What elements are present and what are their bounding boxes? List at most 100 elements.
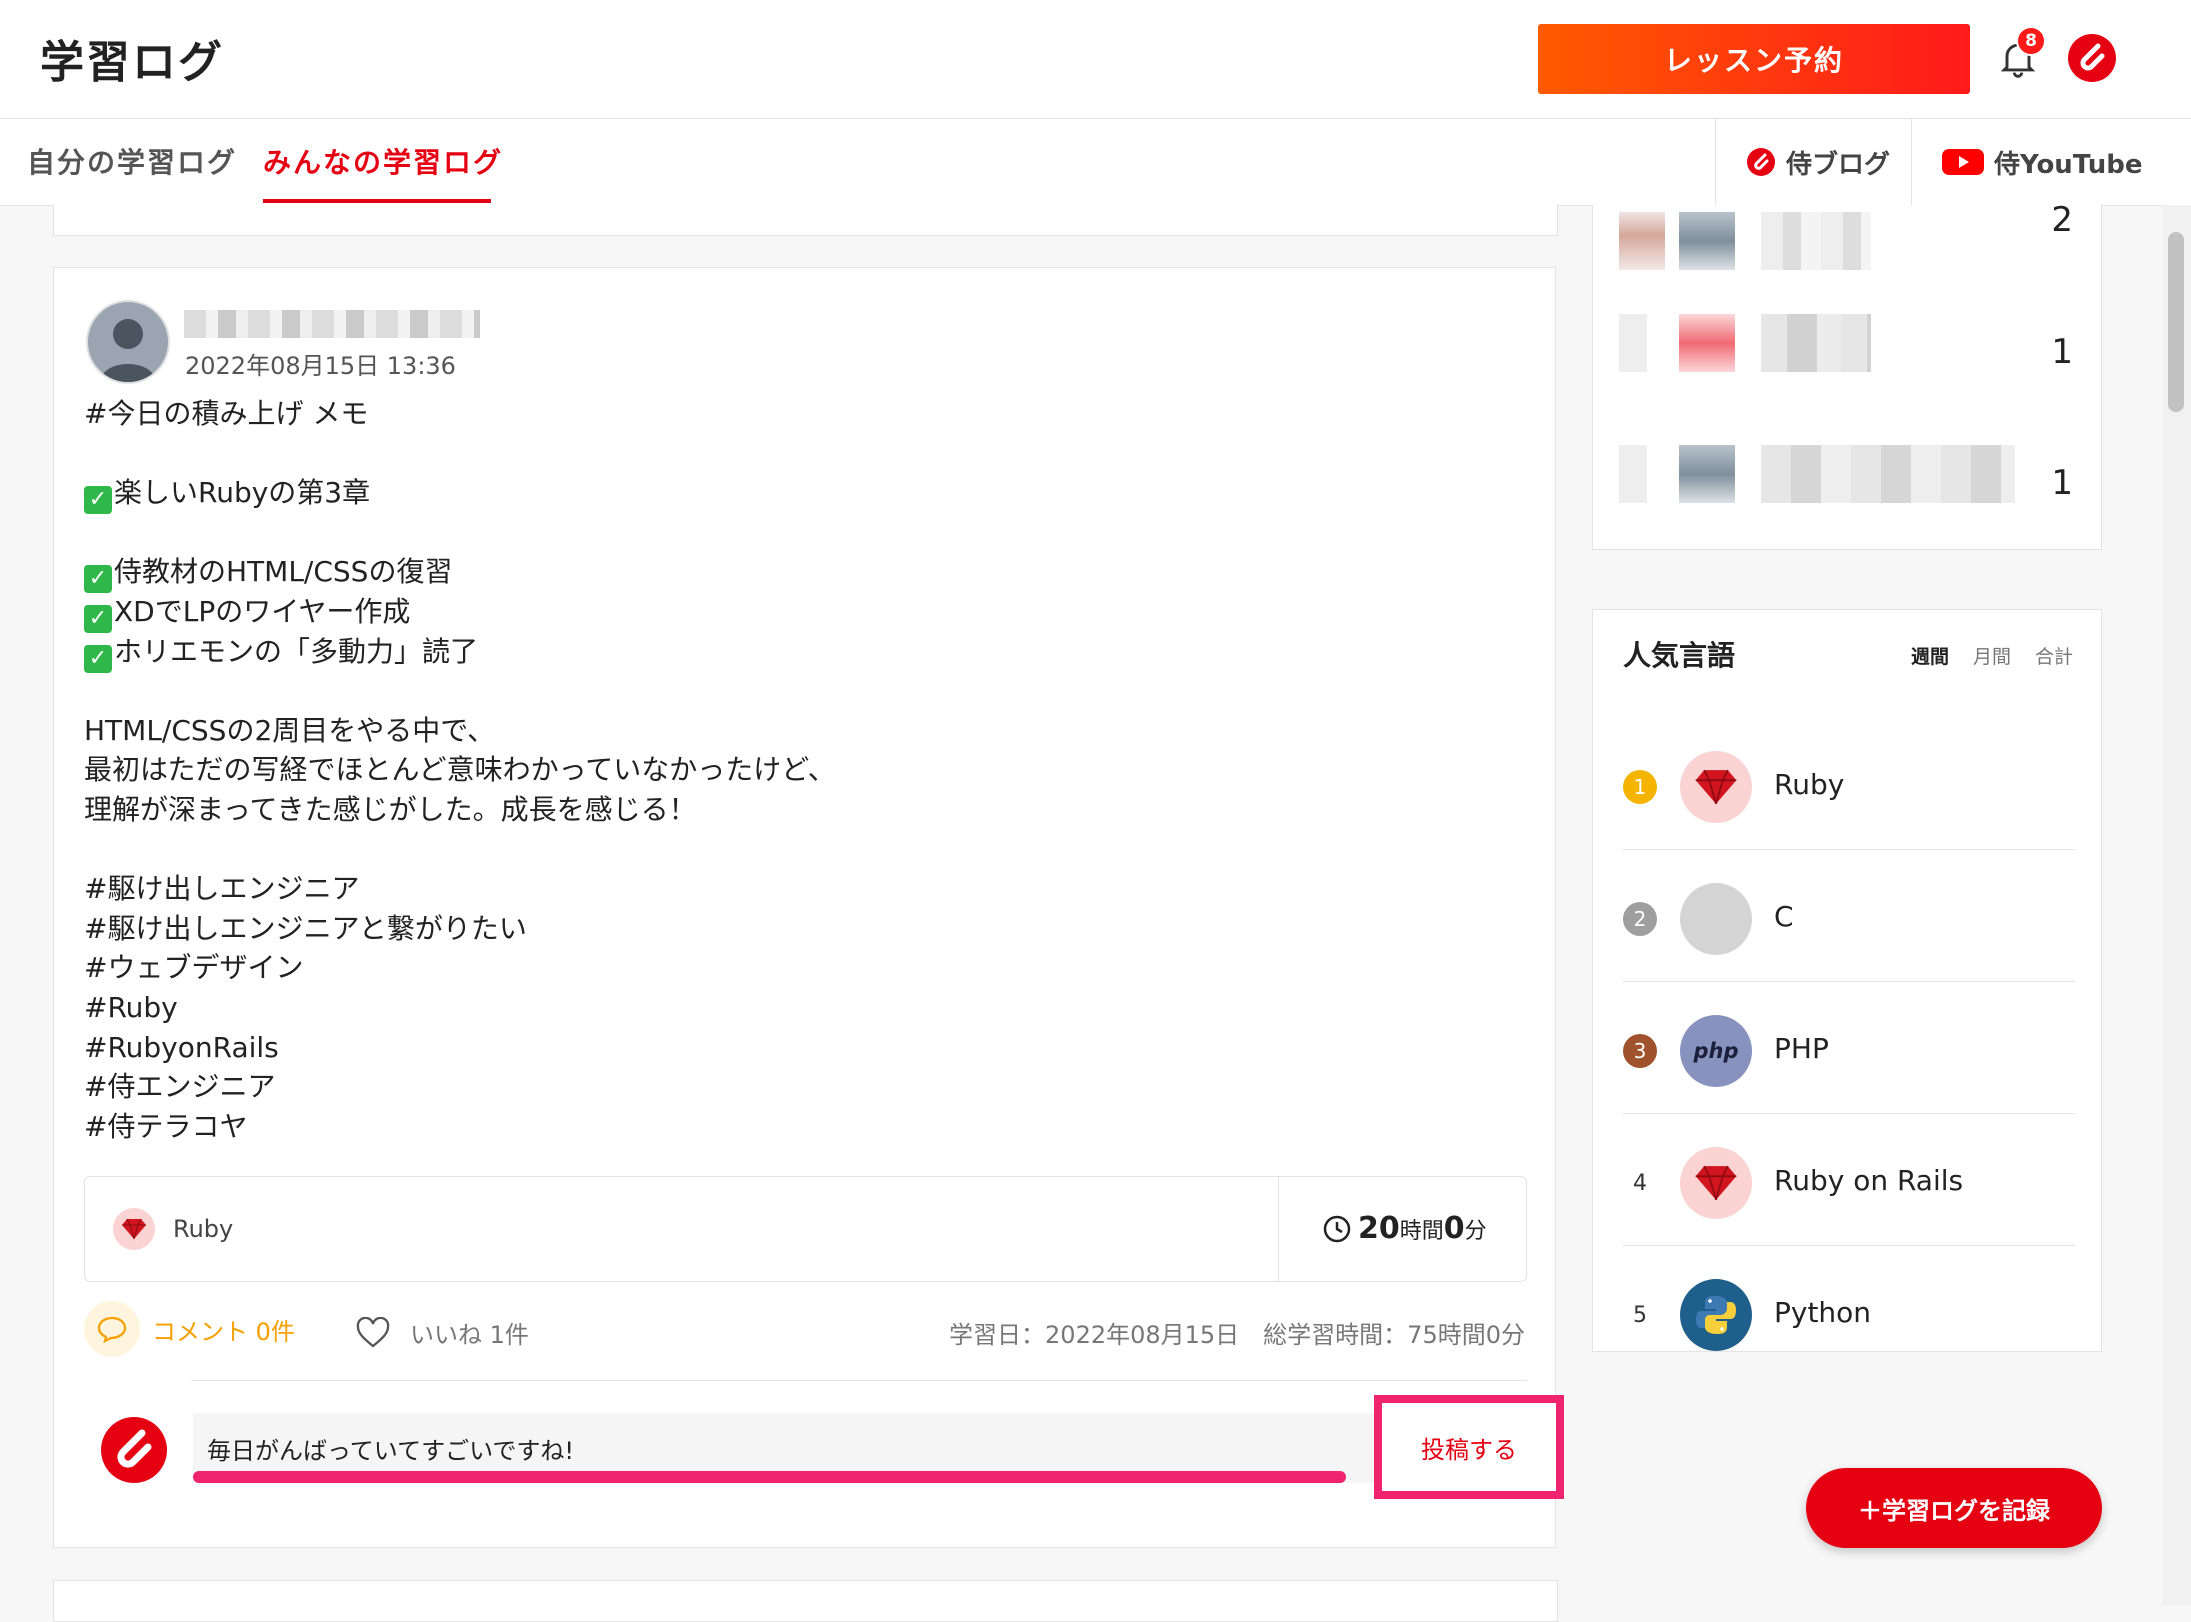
post-line: ✓ ホリエモンの「多動力」読了: [84, 632, 836, 673]
like-count-label: いいね 1件: [410, 1321, 529, 1349]
post-line: #侍エンジニア: [84, 1070, 276, 1104]
post-line: #駆け出しエンジニア: [84, 872, 360, 906]
study-duration: 20 時間 0 分: [1322, 1211, 1487, 1246]
ranking-name-blurred: [1761, 314, 1871, 372]
ranking-count: 1: [2051, 463, 2073, 503]
post-line: #駆け出しエンジニアと繋がりたい: [84, 911, 527, 945]
youtube-icon: [1942, 149, 1984, 175]
post-line: 最初はただの写経でほとんど意味わかっていなかったけど、: [84, 753, 836, 787]
samurai-blog-link[interactable]: 侍ブログ: [1715, 119, 1911, 205]
ruby-icon: [113, 1208, 155, 1250]
popular-languages-list: 1 Ruby 2 C 3 php PHP 4 Ruby on Rails 5 P…: [1623, 718, 2075, 1377]
scrollbar-track[interactable]: [2162, 205, 2191, 1606]
user-ranking-card: 2 1 1: [1592, 200, 2102, 550]
list-item[interactable]: 2 C: [1623, 850, 2075, 982]
samurai-youtube-link[interactable]: 侍YouTube: [1911, 119, 2161, 205]
post-line: HTML/CSSの2周目をやる中で、: [84, 713, 496, 747]
ranking-row[interactable]: 1: [1619, 302, 2079, 396]
period-tabs: 週間 月間 合計: [1911, 642, 2073, 669]
rank-badge-gold: 1: [1623, 770, 1657, 804]
post-line: ✓ 侍教材のHTML/CSSの復習: [84, 552, 836, 594]
post-line: #ウェブデザイン: [84, 951, 304, 985]
poster-name-blurred[interactable]: [184, 310, 480, 338]
ranking-name-blurred: [1761, 445, 2015, 503]
ranking-name-blurred: [1761, 212, 1871, 270]
python-icon: [1680, 1279, 1752, 1351]
tab-my-logs[interactable]: 自分の学習ログ: [27, 141, 237, 181]
samurai-logo-icon: [1747, 148, 1775, 176]
study-date-total: 学習日：2022年08月15日 総学習時間：75時間0分: [949, 1321, 1525, 1349]
post-line: [84, 671, 836, 711]
notification-badge: 8: [2016, 26, 2046, 56]
list-item[interactable]: 3 php PHP: [1623, 982, 2075, 1114]
ranking-avatar-blurred: [1619, 445, 1647, 503]
duration-minutes: 0: [1443, 1211, 1465, 1246]
post-language-name: Ruby: [173, 1215, 234, 1243]
list-item[interactable]: 5 Python: [1623, 1246, 2075, 1377]
ranking-count: 2: [2051, 200, 2073, 240]
tab-bar: 自分の学習ログ みんなの学習ログ 侍ブログ 侍YouTube: [0, 119, 2191, 206]
ranking-avatar-blurred: [1619, 212, 1665, 270]
duration-minutes-unit: 分: [1464, 1218, 1487, 1244]
record-study-log-button[interactable]: ＋学習ログを記録: [1806, 1468, 2102, 1548]
post-line: [84, 513, 836, 553]
scrollbar-thumb[interactable]: [2168, 232, 2184, 412]
list-item[interactable]: 4 Ruby on Rails: [1623, 1114, 2075, 1246]
clock-icon: [1323, 1215, 1351, 1242]
check-icon: ✓: [84, 644, 112, 673]
comment-count-label: コメント 0件: [152, 1317, 295, 1346]
top-header: 学習ログ レッスン予約 8: [0, 0, 2191, 119]
check-icon: ✓: [84, 565, 112, 594]
period-tab-total[interactable]: 合計: [2035, 642, 2073, 669]
lesson-reserve-button[interactable]: レッスン予約: [1538, 24, 1970, 94]
heart-icon: [356, 1316, 390, 1347]
check-icon: ✓: [84, 604, 112, 633]
post-line: [84, 434, 836, 474]
input-highlight-underline: [193, 1471, 1346, 1483]
post-line: ✓ XDでLPのワイヤー作成: [84, 592, 836, 633]
duration-hours-unit: 時間: [1399, 1218, 1444, 1244]
period-tab-weekly[interactable]: 週間: [1911, 642, 1949, 669]
comment-toggle-button[interactable]: コメント 0件: [84, 1301, 295, 1357]
post-timestamp: 2022年08月15日 13:36: [185, 352, 456, 380]
post-line: #Ruby: [84, 990, 178, 1024]
rank-number: 4: [1633, 1170, 1647, 1196]
language-name: PHP: [1774, 1032, 1829, 1065]
ruby-on-rails-icon: [1680, 1147, 1752, 1219]
post-line: #今日の積み上げ メモ: [84, 397, 369, 430]
divider: [191, 1380, 1527, 1381]
rank-badge-silver: 2: [1623, 902, 1657, 936]
default-user-icon: [100, 319, 156, 382]
post-card: 2022年08月15日 13:36 #今日の積み上げ メモ ✓ 楽しいRubyの第…: [53, 267, 1564, 1548]
active-tab-indicator: [263, 199, 491, 203]
post-line: #侍テラコヤ: [84, 1109, 248, 1143]
ranking-row[interactable]: 1: [1619, 433, 2079, 527]
ranking-row[interactable]: 2: [1619, 200, 2079, 294]
post-line: ✓ 楽しいRubyの第3章: [84, 473, 836, 515]
period-tab-monthly[interactable]: 月間: [1973, 642, 2011, 669]
language-name: Python: [1774, 1296, 1872, 1329]
previous-post-card: [53, 205, 1558, 236]
svg-text:php: php: [1692, 1039, 1738, 1063]
ranking-count: 1: [2051, 332, 2073, 372]
c-language-icon: [1680, 883, 1752, 955]
check-icon: ✓: [84, 486, 112, 515]
rank-badge-bronze: 3: [1623, 1034, 1657, 1068]
duration-hours: 20: [1358, 1211, 1400, 1246]
language-name: C: [1774, 900, 1794, 933]
list-item[interactable]: 1 Ruby: [1623, 718, 2075, 850]
post-content: #今日の積み上げ メモ ✓ 楽しいRubyの第3章 ✓ 侍教材のHTML/CSSの復…: [84, 394, 836, 1146]
tab-everyone-logs[interactable]: みんなの学習ログ: [263, 141, 503, 181]
ranking-avatar-blurred: [1679, 314, 1735, 372]
user-avatar-icon[interactable]: [2066, 32, 2118, 84]
post-language-summary: Ruby 20 時間 0 分: [84, 1176, 1527, 1282]
submit-comment-button[interactable]: 投稿する: [1374, 1395, 1564, 1499]
post-line: #RubyonRails: [84, 1030, 279, 1064]
poster-avatar[interactable]: [86, 300, 170, 384]
page-title: 学習ログ: [40, 37, 224, 88]
language-name: Ruby: [1774, 768, 1845, 801]
youtube-link-label: 侍YouTube: [1994, 149, 2143, 180]
php-icon: php: [1680, 1015, 1752, 1087]
post-line: [84, 830, 836, 870]
like-button[interactable]: いいね 1件: [356, 1315, 529, 1350]
